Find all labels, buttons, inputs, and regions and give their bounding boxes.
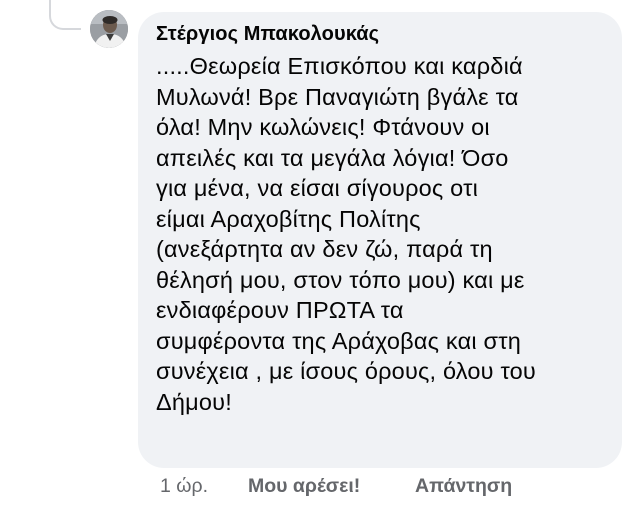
user-photo-icon xyxy=(90,10,128,48)
like-button[interactable]: Μου αρέσει! xyxy=(248,472,360,500)
comment-author-name[interactable]: Στέργιος Μπακολουκάς xyxy=(156,22,604,46)
comment-timestamp[interactable]: 1 ώρ. xyxy=(160,472,208,500)
reply-thread-connector xyxy=(49,0,81,30)
reply-button[interactable]: Απάντηση xyxy=(415,472,512,500)
comment-bubble: Στέργιος Μπακολουκάς .....Θεωρεία Επισκό… xyxy=(138,12,622,468)
comment-text: .....Θεωρεία Επισκόπου και καρδιά Μυλωνά… xyxy=(156,53,536,415)
avatar[interactable] xyxy=(90,10,128,48)
